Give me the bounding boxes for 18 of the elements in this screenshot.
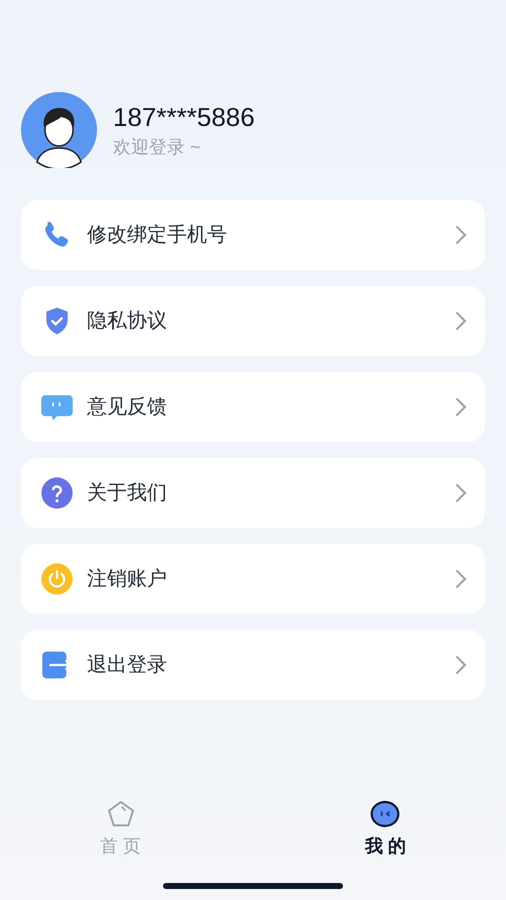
menu-item[interactable]: 关于我们 bbox=[21, 458, 485, 528]
power-icon bbox=[40, 562, 74, 596]
menu-item[interactable]: 注销账户 bbox=[21, 544, 485, 614]
chevron-right-icon bbox=[455, 397, 467, 417]
menu-item[interactable]: 隐私协议 bbox=[21, 286, 485, 356]
menu-item[interactable]: 退出登录 bbox=[21, 630, 485, 700]
chevron-right-icon bbox=[455, 225, 467, 245]
phone-number: 187****5886 bbox=[113, 104, 255, 130]
menu-item[interactable]: 修改绑定手机号 bbox=[21, 200, 485, 270]
chevron-right-icon bbox=[455, 311, 467, 331]
tab[interactable]: 我 的 bbox=[364, 799, 406, 860]
question-mark-icon bbox=[40, 476, 74, 510]
chevron-right-icon bbox=[455, 569, 467, 589]
chevron-right-icon bbox=[455, 483, 467, 503]
menu-item[interactable]: 意见反馈 bbox=[21, 372, 485, 442]
chevron-right-icon bbox=[455, 655, 467, 675]
face-icon bbox=[369, 799, 402, 829]
welcome-text: 欢迎登录 ~ bbox=[113, 138, 202, 156]
